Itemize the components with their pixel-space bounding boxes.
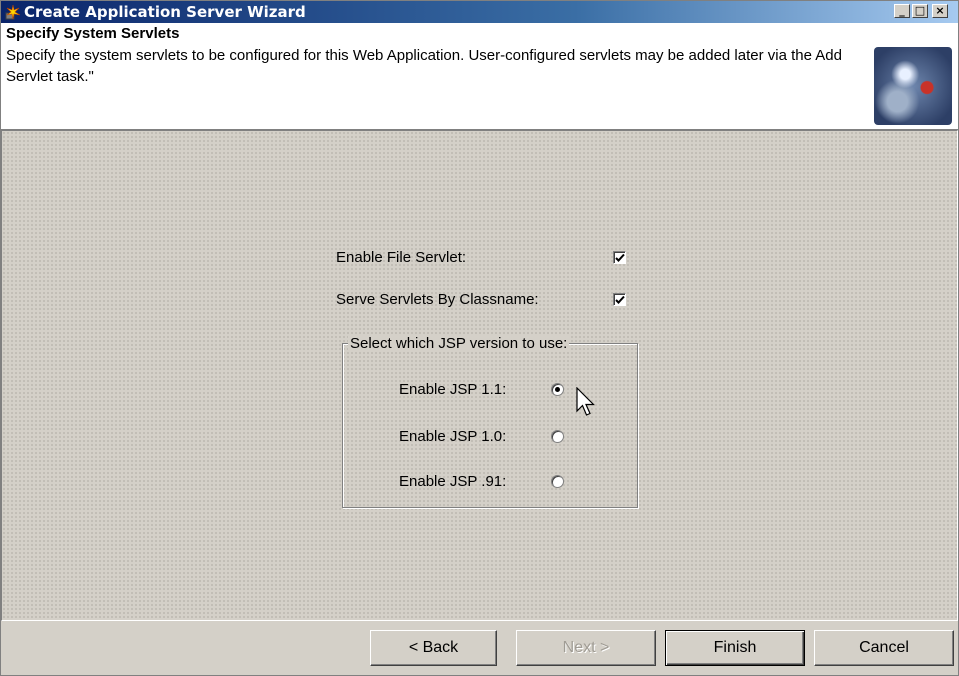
file-servlet-label: Enable File Servlet:: [336, 249, 467, 266]
by-classname-label: Serve Servlets By Classname:: [336, 291, 539, 308]
jsp-91-radio[interactable]: [551, 475, 564, 488]
close-button[interactable]: ×: [932, 4, 948, 18]
finish-button[interactable]: Finish: [665, 630, 805, 666]
jsp-91-label: Enable JSP .91:: [399, 473, 507, 490]
checkmark-icon: [615, 295, 625, 304]
wizard-window: Create Application Server Wizard _ □ × S…: [0, 0, 959, 676]
page-description: Specify the system servlets to be config…: [6, 47, 842, 85]
cancel-button[interactable]: Cancel: [814, 630, 954, 666]
back-button-label: < Back: [408, 639, 459, 656]
title-bar[interactable]: Create Application Server Wizard _ □ ×: [1, 1, 958, 23]
back-button[interactable]: < Back: [370, 630, 497, 666]
by-classname-checkbox[interactable]: [613, 293, 626, 306]
wizard-banner-image: [874, 47, 952, 125]
jsp-10-label: Enable JSP 1.0:: [399, 428, 507, 445]
checkmark-icon: [615, 253, 625, 262]
application-server-icon: [5, 4, 21, 20]
jsp-11-label: Enable JSP 1.1:: [399, 381, 507, 398]
jsp-version-legend: Select which JSP version to use:: [348, 335, 570, 352]
page-title: Specify System Servlets: [6, 25, 180, 42]
file-servlet-checkbox[interactable]: [613, 251, 626, 264]
jsp-11-radio[interactable]: [551, 383, 564, 396]
radio-selected-dot: [555, 387, 560, 392]
minimize-button[interactable]: _: [894, 4, 910, 18]
maximize-button[interactable]: □: [912, 4, 928, 18]
window-title: Create Application Server Wizard: [24, 3, 306, 21]
next-button-label: Next >: [562, 639, 610, 656]
next-button[interactable]: Next >: [516, 630, 656, 666]
close-icon: ×: [935, 4, 945, 17]
jsp-10-radio[interactable]: [551, 430, 564, 443]
finish-button-label: Finish: [713, 639, 757, 656]
mouse-pointer-icon: [576, 387, 595, 416]
minimize-icon: _: [899, 4, 905, 17]
maximize-icon: □: [914, 4, 926, 17]
cancel-button-label: Cancel: [859, 639, 909, 656]
